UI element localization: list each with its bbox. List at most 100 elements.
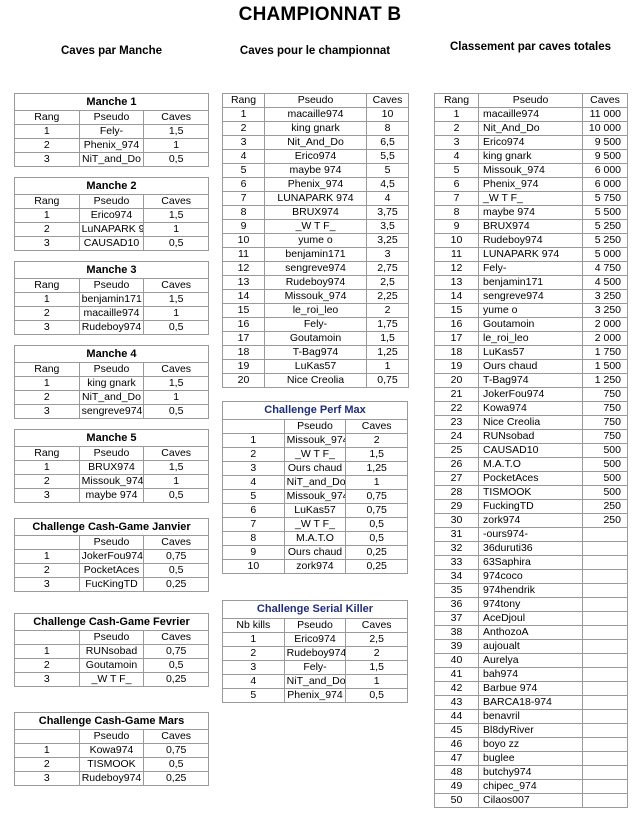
table-row: 5 Missouk_974 0,75 [222, 489, 408, 504]
cell-caves: 3 250 [582, 303, 628, 318]
column-header-caves: Caves [143, 194, 209, 209]
cell-rang: 27 [434, 471, 479, 486]
cell-caves [582, 723, 628, 738]
column-header-blank [222, 419, 285, 434]
cell-caves: 2,5 [345, 632, 408, 647]
cell-rang: 1 [14, 460, 80, 475]
table-row: 6 Phenix_974 6 000 [434, 177, 628, 192]
cell-caves [582, 597, 628, 612]
table-row: 1 Kowa974 0,75 [14, 743, 209, 758]
cell-pseudo: 974coco [478, 569, 583, 584]
table-row: 1 macaille974 10 [222, 107, 409, 122]
table-row: 38 AnthozoA [434, 625, 628, 640]
cell-rang: 2 [14, 390, 80, 405]
table-row: 10 yume o 3,25 [222, 233, 409, 248]
table-challenge-serial-killer: Challenge Serial Killer Nb kills Pseudo Cav… [222, 600, 408, 703]
page-root: CHAMPIONNAT B Caves par Manche Caves pou… [0, 0, 640, 821]
column-header-pseudo: Pseudo [78, 535, 145, 550]
cell-pseudo: bah974 [478, 667, 583, 682]
table-row: 8 M.A.T.O 0,5 [222, 531, 408, 546]
table-row: 42 Barbue 974 [434, 681, 628, 696]
cell-rang: 50 [434, 793, 479, 808]
table-header-row: Rang Pseudo Caves [14, 278, 209, 293]
cell-rang: 4 [434, 149, 479, 164]
table-title: Challenge Cash-Game Mars [14, 712, 209, 730]
table-manche-4: Manche 4 Rang Pseudo Caves 1 king gnark 1,5 2 Ni… [14, 345, 209, 419]
table-row: 8 BRUX974 3,75 [222, 205, 409, 220]
cell-caves [582, 765, 628, 780]
cell-pseudo: king gnark [478, 149, 583, 164]
column-header-blank [14, 729, 80, 744]
cell-caves [582, 667, 628, 682]
cell-rang: 1 [222, 632, 285, 647]
table-row: 5 Missouk_974 6 000 [434, 163, 628, 178]
table-row: 16 Fely- 1,75 [222, 317, 409, 332]
cell-caves: 2 [366, 303, 409, 318]
cell-caves: 1,75 [366, 317, 409, 332]
cell-pseudo: _W T F_ [478, 191, 583, 206]
table-title-row: Manche 3 [14, 261, 209, 279]
cell-pseudo: AceDjoul [478, 611, 583, 626]
table-row: 2LuNAPARK 9741 [14, 222, 209, 237]
table-row: 24 RUNsobad 750 [434, 429, 628, 444]
cell-rang: 45 [434, 723, 479, 738]
cell-pseudo: benjamin171 [264, 247, 367, 262]
cell-caves [582, 751, 628, 766]
table-row: 28 TISMOOK 500 [434, 485, 628, 500]
column-title-caves-par-manche: Caves par Manche [61, 45, 162, 57]
cell-caves: 1,25 [366, 345, 409, 360]
table-row: 2 Missouk_974 1 [14, 474, 209, 489]
cell-pseudo: buglee [478, 751, 583, 766]
cell-pseudo: sengreve974 [78, 404, 145, 419]
table-row: 2 Goutamoin 0,5 [14, 658, 209, 673]
cell-rang: 2 [14, 658, 80, 673]
cell-caves: 0,5 [345, 688, 408, 703]
cell-pseudo: zork974 [283, 559, 347, 574]
column-header-caves: Caves [143, 535, 209, 550]
cell-caves: 1,5 [143, 376, 209, 391]
cell-rang: 11 [434, 247, 479, 262]
cell-caves: 5 750 [582, 191, 628, 206]
column-title-classement: Classement par caves totales [449, 41, 612, 53]
column-header-caves: Caves [143, 362, 209, 377]
table-row: 3 sengreve974 0,5 [14, 404, 209, 419]
table-row: 14 sengreve974 3 250 [434, 289, 628, 304]
table-title: Challenge Serial Killer [222, 600, 408, 619]
cell-rang: 5 [222, 688, 285, 703]
cell-rang: 12 [222, 261, 265, 276]
cell-pseudo: TISMOOK [78, 757, 145, 772]
table-header-row: Rang Pseudo Caves [222, 93, 409, 108]
cell-pseudo: Ours chaud [283, 545, 347, 560]
cell-rang: 2 [14, 222, 80, 237]
table-row: 1 Erico974 2,5 [222, 632, 408, 647]
cell-pseudo: FucKingTD [78, 577, 145, 592]
cell-pseudo: M.A.T.O [283, 531, 347, 546]
cell-caves [582, 569, 628, 584]
cell-rang: 8 [222, 205, 265, 220]
column-header-caves: Caves [582, 93, 628, 108]
table-row: 47 buglee [434, 751, 628, 766]
table-challenge-perf-max: Challenge Perf Max Pseudo Caves 1 Missouk_97… [222, 401, 408, 574]
cell-pseudo: _W T F_ [283, 517, 347, 532]
table-row: 30 zork974 250 [434, 513, 628, 528]
cell-caves: 6 000 [582, 163, 628, 178]
cell-caves: 0,25 [345, 559, 408, 574]
cell-caves: 3 [366, 247, 409, 262]
table-row: 40 Aurelya [434, 653, 628, 668]
cell-pseudo: LUNAPARK 974 [478, 247, 583, 262]
cell-caves: 0,25 [143, 672, 209, 687]
table-row: 7 _W T F_ 0,5 [222, 517, 408, 532]
cell-caves: 4 500 [582, 275, 628, 290]
column-header-caves: Caves [143, 278, 209, 293]
cell-rang: 3 [14, 404, 80, 419]
table-title: Manche 1 [14, 93, 209, 111]
cell-rang: 36 [434, 597, 479, 612]
table-row: 1 Missouk_974 2 [222, 433, 408, 448]
table-row: 12 Fely- 4 750 [434, 261, 628, 276]
table-classement-caves-totales: Rang Pseudo Caves 1 macaille974 11 000 2 Nit_An… [434, 93, 628, 808]
cell-rang: 13 [434, 275, 479, 290]
cell-caves: 5 500 [582, 205, 628, 220]
table-row: 2 Nit_And_Do 10 000 [434, 121, 628, 136]
column-header-rang: Rang [434, 93, 479, 108]
cell-caves: 10 [366, 107, 409, 122]
